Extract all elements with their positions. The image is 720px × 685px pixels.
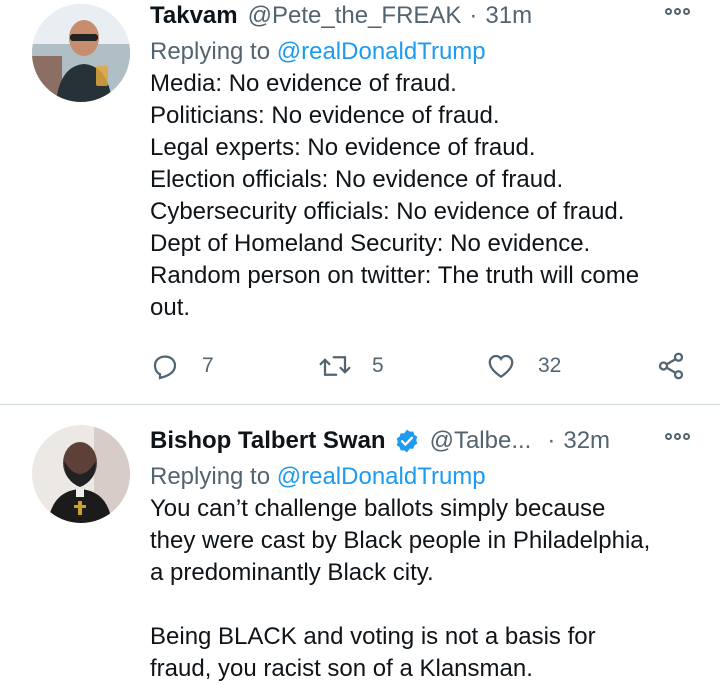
- heart-icon: [488, 354, 514, 378]
- tweet-header: Bishop Talbert Swan @Talbe... · 32m: [150, 425, 700, 457]
- replying-prefix: Replying to: [150, 463, 277, 490]
- more-options-icon[interactable]: [665, 8, 690, 15]
- retweet-button[interactable]: 5: [318, 351, 384, 381]
- separator-dot: ·: [547, 427, 556, 454]
- verified-badge-icon: [396, 429, 417, 453]
- replying-to: Replying to @realDonaldTrump: [150, 461, 700, 493]
- replying-to: Replying to @realDonaldTrump: [150, 36, 700, 68]
- mention-link[interactable]: @realDonaldTrump: [277, 463, 486, 490]
- like-count: 32: [538, 354, 562, 377]
- display-name[interactable]: Bishop Talbert Swan: [150, 425, 386, 457]
- retweet-count: 5: [372, 354, 384, 377]
- timestamp[interactable]: 31m: [485, 0, 532, 32]
- avatar[interactable]: [32, 425, 130, 523]
- tweet-line: You can’t challenge ballots simply becau…: [150, 495, 606, 522]
- tweet-line: fraud, you racist son of a Klansman.: [150, 655, 533, 682]
- tweet-line: [150, 589, 700, 621]
- tweet-line: they were cast by Black people in Philad…: [150, 527, 651, 554]
- reply-button[interactable]: 7: [150, 351, 214, 381]
- share-icon: [658, 352, 684, 380]
- tweet-line: Being BLACK and voting is not a basis fo…: [150, 623, 596, 650]
- tweet-line: Politicians: No evidence of fraud.: [150, 102, 500, 129]
- retweet-icon: [319, 356, 351, 376]
- tweet-line: Legal experts: No evidence of fraud.: [150, 134, 536, 161]
- reply-count: 7: [202, 354, 214, 377]
- tweet-line: Cybersecurity officials: No evidence of …: [150, 198, 625, 225]
- tweet-line: Dept of Homeland Security: No evidence.: [150, 230, 591, 257]
- avatar[interactable]: [32, 4, 130, 102]
- tweet-actions: 7 5 32: [0, 345, 720, 389]
- tweet-line: Election officials: No evidence of fraud…: [150, 166, 564, 193]
- tweet-line: Media: No evidence of fraud.: [150, 70, 457, 97]
- tweet-line: Random person on twitter: The truth will…: [150, 262, 640, 289]
- separator-dot: ·: [469, 2, 478, 29]
- tweet-header: Takvam @Pete_the_FREAK · 31m: [150, 0, 700, 32]
- user-handle[interactable]: @Talbe...: [430, 425, 532, 457]
- tweet-1[interactable]: Takvam @Pete_the_FREAK · 31m Replying to…: [0, 0, 720, 405]
- replying-prefix: Replying to: [150, 38, 277, 65]
- share-button[interactable]: [656, 351, 686, 381]
- display-name[interactable]: Takvam: [150, 0, 238, 32]
- tweet-text: Media: No evidence of fraud. Politicians…: [150, 68, 700, 324]
- reply-icon: [153, 355, 177, 380]
- timestamp[interactable]: 32m: [563, 425, 610, 457]
- tweet-text: You can’t challenge ballots simply becau…: [150, 493, 700, 685]
- user-handle[interactable]: @Pete_the_FREAK: [248, 0, 462, 32]
- more-options-icon[interactable]: [665, 433, 690, 440]
- tweet-2[interactable]: Bishop Talbert Swan @Talbe... · 32m Repl…: [0, 405, 720, 683]
- like-button[interactable]: 32: [486, 351, 561, 381]
- tweet-line: out.: [150, 294, 191, 321]
- mention-link[interactable]: @realDonaldTrump: [277, 38, 486, 65]
- tweet-line: a predominantly Black city.: [150, 559, 434, 586]
